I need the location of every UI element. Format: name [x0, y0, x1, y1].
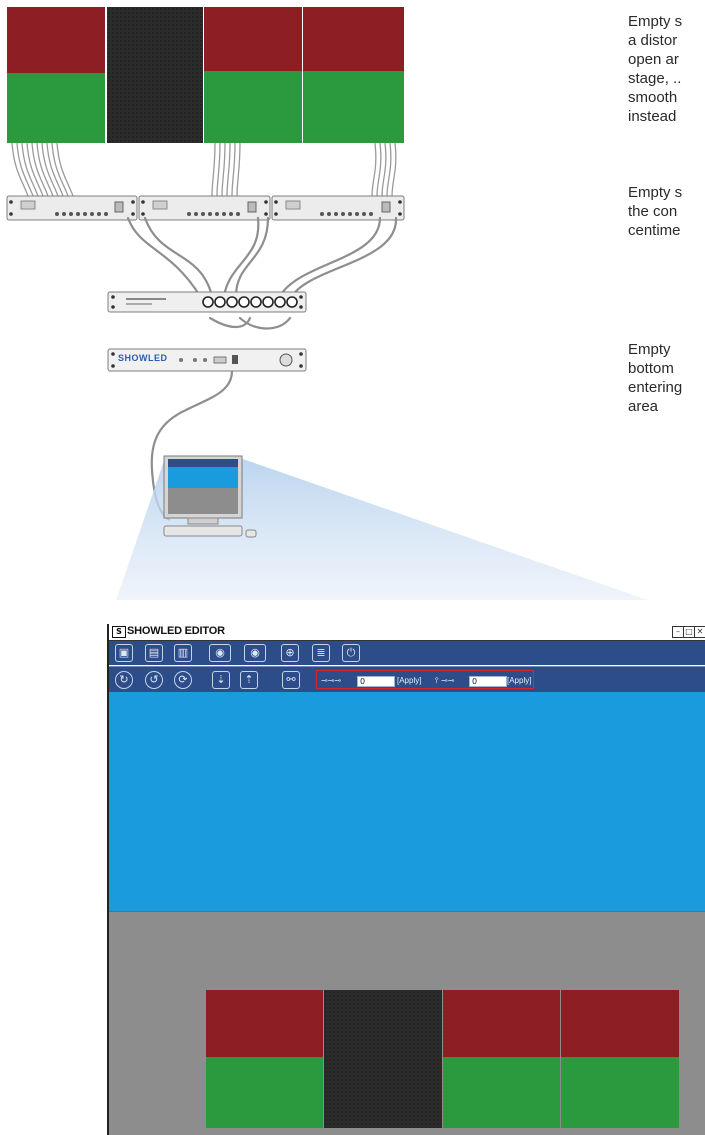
editor-titlebar[interactable]: S SHOWLED EDITOR – □ ✕: [109, 624, 705, 641]
preview-panel-3[interactable]: [443, 990, 560, 1128]
move-up-icon[interactable]: ⇡: [240, 671, 258, 689]
screen-setup-1-icon[interactable]: ▣: [115, 644, 133, 662]
horizontal-spacing-input[interactable]: 0: [357, 676, 395, 687]
editor-blue-workspace[interactable]: [109, 692, 705, 911]
rotate-1-icon[interactable]: ↻: [115, 671, 133, 689]
receiver-card-3: [271, 195, 405, 221]
receiver-card-1: [6, 195, 138, 221]
preview-panel-3-green: [443, 1057, 560, 1128]
apply-horizontal-button[interactable]: [Apply]: [397, 675, 421, 686]
horizontal-spacing-icon: ⊸⊸⊸: [321, 676, 342, 685]
editor-preview-area[interactable]: [109, 911, 705, 1135]
side-note-3: Empty bottom entering area: [628, 341, 683, 415]
preview-panel-1-red: [206, 990, 323, 1057]
toolbar-top: ▣ ▤ ▥ ◉ ◉ ⊕ ≣ ⏻: [109, 641, 705, 665]
app-logo-icon: S: [112, 626, 126, 638]
preview-panel-1[interactable]: [206, 990, 323, 1128]
power-icon[interactable]: ⏻: [342, 644, 360, 662]
receiver-cards: [6, 195, 405, 221]
side-note-2: Empty s the con centime: [628, 184, 683, 239]
spacing-controls-highlight: ⊸⊸⊸ 0 [Apply] ⫯ ⊸⊸ 0 [Apply]: [316, 670, 534, 689]
view-1-icon[interactable]: ◉: [209, 644, 231, 662]
toolbar-bottom: ↻ ↺ ⟳ ⇣ ⇡ ⚯ ⊸⊸⊸ 0 [Apply] ⫯ ⊸⊸ 0 [Apply]: [109, 666, 705, 693]
system-diagram: [6, 142, 648, 600]
receiver-card-2: [138, 195, 271, 221]
preview-panel-3-red: [443, 990, 560, 1057]
preview-panel-4-red: [561, 990, 679, 1057]
splitter-unit: [107, 291, 307, 313]
led-preview: [206, 990, 679, 1128]
vertical-spacing-input[interactable]: 0: [469, 676, 507, 687]
link-icon[interactable]: ⚯: [282, 671, 300, 689]
view-2-icon[interactable]: ◉: [244, 644, 266, 662]
preview-panel-4-green: [561, 1057, 679, 1128]
side-note-1: Empty s a distor open ar stage, .. smoot…: [628, 13, 683, 125]
screen-setup-2-icon[interactable]: ▤: [145, 644, 163, 662]
showled-processor-logo: SHOWLED: [118, 353, 178, 367]
vertical-spacing-icon: ⫯ ⊸⊸: [435, 676, 455, 685]
screen-setup-3-icon[interactable]: ▥: [174, 644, 192, 662]
window-title: SHOWLED EDITOR: [127, 625, 225, 637]
list-icon[interactable]: ≣: [312, 644, 330, 662]
apply-vertical-button[interactable]: [Apply]: [507, 675, 531, 686]
rotate-2-icon[interactable]: ↺: [145, 671, 163, 689]
close-icon[interactable]: ✕: [694, 626, 705, 638]
preview-panel-4[interactable]: [561, 990, 679, 1128]
editor-window: S SHOWLED EDITOR – □ ✕ ▣ ▤ ▥ ◉ ◉ ⊕ ≣ ⏻ ↻…: [107, 624, 705, 1135]
move-down-icon[interactable]: ⇣: [212, 671, 230, 689]
settings-target-icon[interactable]: ⊕: [281, 644, 299, 662]
showled-brand-label: SHOWLED: [118, 353, 168, 363]
rotate-3-icon[interactable]: ⟳: [174, 671, 192, 689]
preview-panel-2-dark[interactable]: [324, 990, 442, 1128]
preview-panel-1-green: [206, 1057, 323, 1128]
ribbon-cables: [11, 142, 397, 197]
